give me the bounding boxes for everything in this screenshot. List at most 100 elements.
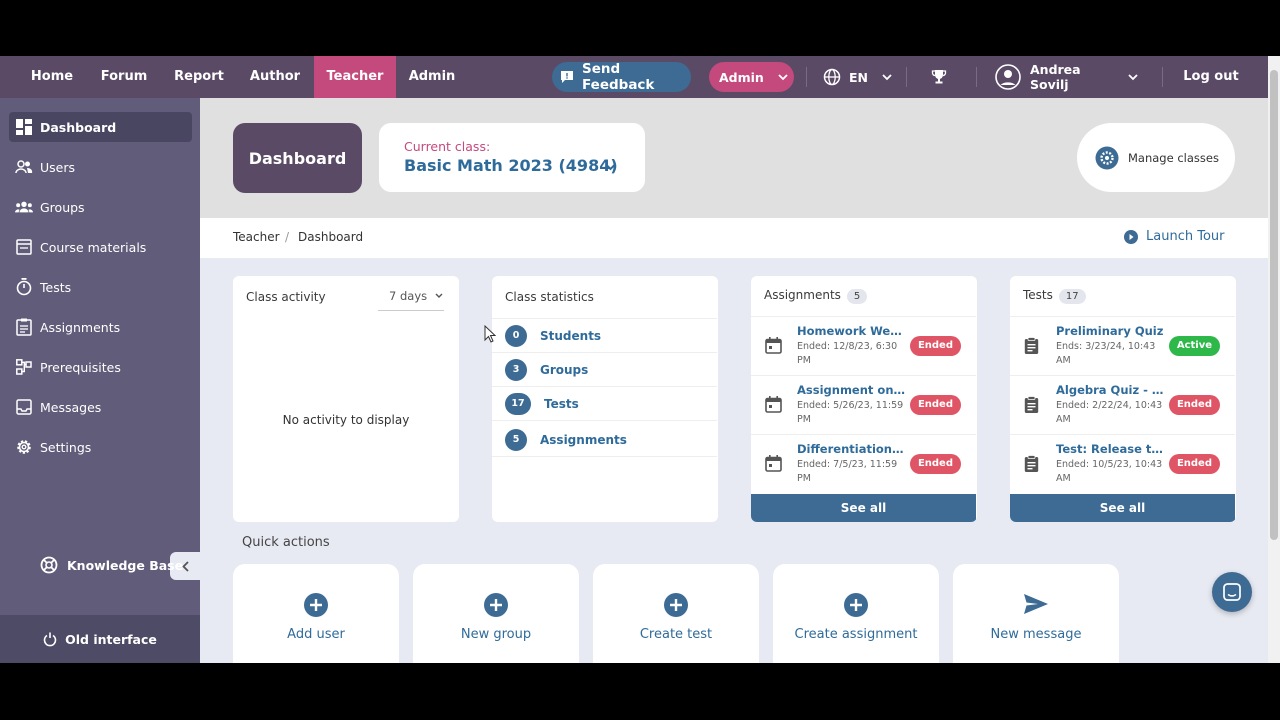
plus-circle-icon xyxy=(844,593,868,621)
breadcrumb-parent-link[interactable]: Teacher xyxy=(233,230,280,244)
logout-button[interactable]: Log out xyxy=(1180,56,1242,98)
stat-assignments[interactable]: 5 Assignments xyxy=(492,423,717,457)
sidebar-item-prerequisites[interactable]: Prerequisites xyxy=(9,352,192,382)
new-group-button[interactable]: New group xyxy=(413,564,579,663)
chevron-down-icon xyxy=(882,73,892,81)
chevron-down-icon xyxy=(778,73,788,81)
class-statistics-title: Class statistics xyxy=(505,290,594,304)
nav-tab-author[interactable]: Author xyxy=(243,56,307,98)
create-assignment-button[interactable]: Create assignment xyxy=(773,564,939,663)
calendar-icon xyxy=(765,455,782,476)
tests-title: Tests xyxy=(1023,288,1053,302)
status-badge: Ended xyxy=(909,336,961,356)
knowledge-base-link[interactable]: Knowledge Base xyxy=(40,556,183,574)
assignment-date: Ended: 7/5/23, 11:59 PM xyxy=(797,459,898,484)
test-row[interactable]: Algebra Quiz - 5% Ended: 2/22/24, 10:43 … xyxy=(1010,375,1235,433)
assignment-row[interactable]: Differentiation H... Ended: 7/5/23, 11:5… xyxy=(751,434,976,492)
nav-tab-teacher[interactable]: Teacher xyxy=(314,56,396,98)
page-scrollbar[interactable] xyxy=(1268,56,1280,663)
gear-icon xyxy=(1095,146,1119,170)
nav-tab-report[interactable]: Report xyxy=(167,56,231,98)
clipboard-icon xyxy=(1024,337,1039,359)
knowledge-base-label: Knowledge Base xyxy=(67,557,184,573)
book-icon xyxy=(15,238,33,256)
sidebar-item-dashboard[interactable]: Dashboard xyxy=(9,112,192,142)
plus-circle-icon xyxy=(664,593,688,621)
nav-tab-home[interactable]: Home xyxy=(20,56,84,98)
chat-launcher-button[interactable] xyxy=(1212,572,1252,612)
quick-action-label: Create test xyxy=(639,627,713,642)
sidebar-item-label: Messages xyxy=(40,399,102,415)
current-class-value: Basic Math 2023 (4984) xyxy=(404,156,618,175)
send-feedback-label: Send Feedback xyxy=(582,61,655,93)
trophy-button[interactable] xyxy=(931,62,951,92)
nav-tab-forum[interactable]: Forum xyxy=(92,56,156,98)
sidebar-item-tests[interactable]: Tests xyxy=(9,272,192,302)
sidebar-item-label: Users xyxy=(40,159,76,175)
old-interface-button[interactable]: Old interface xyxy=(0,615,200,663)
test-row[interactable]: Preliminary Quiz Ends: 3/23/24, 10:43 AM… xyxy=(1010,316,1235,374)
groups-icon xyxy=(15,198,33,216)
tests-see-all-button[interactable]: See all xyxy=(1010,494,1235,522)
activity-range-select[interactable]: 7 days xyxy=(378,282,444,311)
assignment-row[interactable]: Homework Week... Ended: 12/8/23, 6:30 PM… xyxy=(751,316,976,374)
assignment-title: Assignment on N... xyxy=(797,383,907,397)
class-selector[interactable]: Current class: Basic Math 2023 (4984) xyxy=(379,123,645,192)
breadcrumb: Teacher / Dashboard Launch Tour xyxy=(200,218,1268,258)
sidebar-item-users[interactable]: Users xyxy=(9,152,192,182)
plus-circle-icon xyxy=(484,593,508,621)
hierarchy-icon xyxy=(15,358,33,376)
chat-icon xyxy=(1223,583,1241,601)
stat-label: Assignments xyxy=(540,432,627,447)
stat-tests[interactable]: 17 Tests xyxy=(492,387,717,421)
stat-groups[interactable]: 3 Groups xyxy=(492,353,717,387)
sidebar-item-label: Assignments xyxy=(40,319,121,335)
old-interface-label: Old interface xyxy=(65,631,157,647)
create-test-button[interactable]: Create test xyxy=(593,564,759,663)
add-user-button[interactable]: Add user xyxy=(233,564,399,663)
manage-classes-button[interactable]: Manage classes xyxy=(1077,123,1235,192)
page-title: Dashboard xyxy=(233,123,362,193)
sidebar-item-label: Settings xyxy=(40,439,92,455)
status-badge: Ended xyxy=(909,395,961,415)
assignments-see-all-button[interactable]: See all xyxy=(751,494,976,522)
sidebar-item-settings[interactable]: Settings xyxy=(9,432,192,462)
sidebar-item-course-materials[interactable]: Course materials xyxy=(9,232,192,262)
status-badge: Ended xyxy=(1168,454,1220,474)
test-title: Test: Release tes... xyxy=(1056,442,1166,456)
assignment-row[interactable]: Assignment on N... Ended: 5/26/23, 11:59… xyxy=(751,375,976,433)
stat-label: Tests xyxy=(544,396,579,411)
assignment-date: Ended: 5/26/23, 11:59 PM xyxy=(797,400,904,425)
feedback-icon xyxy=(560,70,574,84)
chevron-down-icon xyxy=(1128,73,1138,81)
manage-classes-label: Manage classes xyxy=(1128,150,1219,165)
new-message-button[interactable]: New message xyxy=(953,564,1119,663)
assignment-title: Differentiation H... xyxy=(797,442,907,456)
test-date: Ended: 2/22/24, 10:43 AM xyxy=(1056,400,1163,425)
language-dropdown[interactable]: EN xyxy=(820,62,892,92)
stat-students[interactable]: 0 Students xyxy=(492,319,717,353)
stat-count: 3 xyxy=(505,358,527,381)
timer-icon xyxy=(15,278,33,296)
launch-tour-button[interactable]: Launch Tour xyxy=(1124,229,1224,244)
stat-count: 5 xyxy=(505,428,527,451)
sidebar-item-messages[interactable]: Messages xyxy=(9,392,192,422)
nav-tab-admin[interactable]: Admin xyxy=(400,56,464,98)
sidebar-item-groups[interactable]: Groups xyxy=(9,192,192,222)
test-row[interactable]: Test: Release tes... Ended: 10/5/23, 10:… xyxy=(1010,434,1235,492)
clipboard-icon xyxy=(15,318,33,336)
sidebar-item-label: Groups xyxy=(40,199,85,215)
plus-circle-icon xyxy=(304,593,328,621)
user-menu[interactable]: Andrea Sovilj xyxy=(993,62,1138,92)
sidebar-item-assignments[interactable]: Assignments xyxy=(9,312,192,342)
sidebar-item-label: Prerequisites xyxy=(40,359,121,375)
status-badge: Active xyxy=(1168,336,1220,356)
send-feedback-button[interactable]: Send Feedback xyxy=(552,61,691,93)
quick-action-label: Add user xyxy=(287,627,345,642)
tests-count-badge: 17 xyxy=(1058,289,1086,304)
role-dropdown[interactable]: Admin xyxy=(709,62,794,92)
status-badge: Ended xyxy=(1168,395,1220,415)
scrollbar-thumb[interactable] xyxy=(1270,70,1278,540)
stat-count: 17 xyxy=(505,392,531,415)
stat-count: 0 xyxy=(505,324,527,347)
